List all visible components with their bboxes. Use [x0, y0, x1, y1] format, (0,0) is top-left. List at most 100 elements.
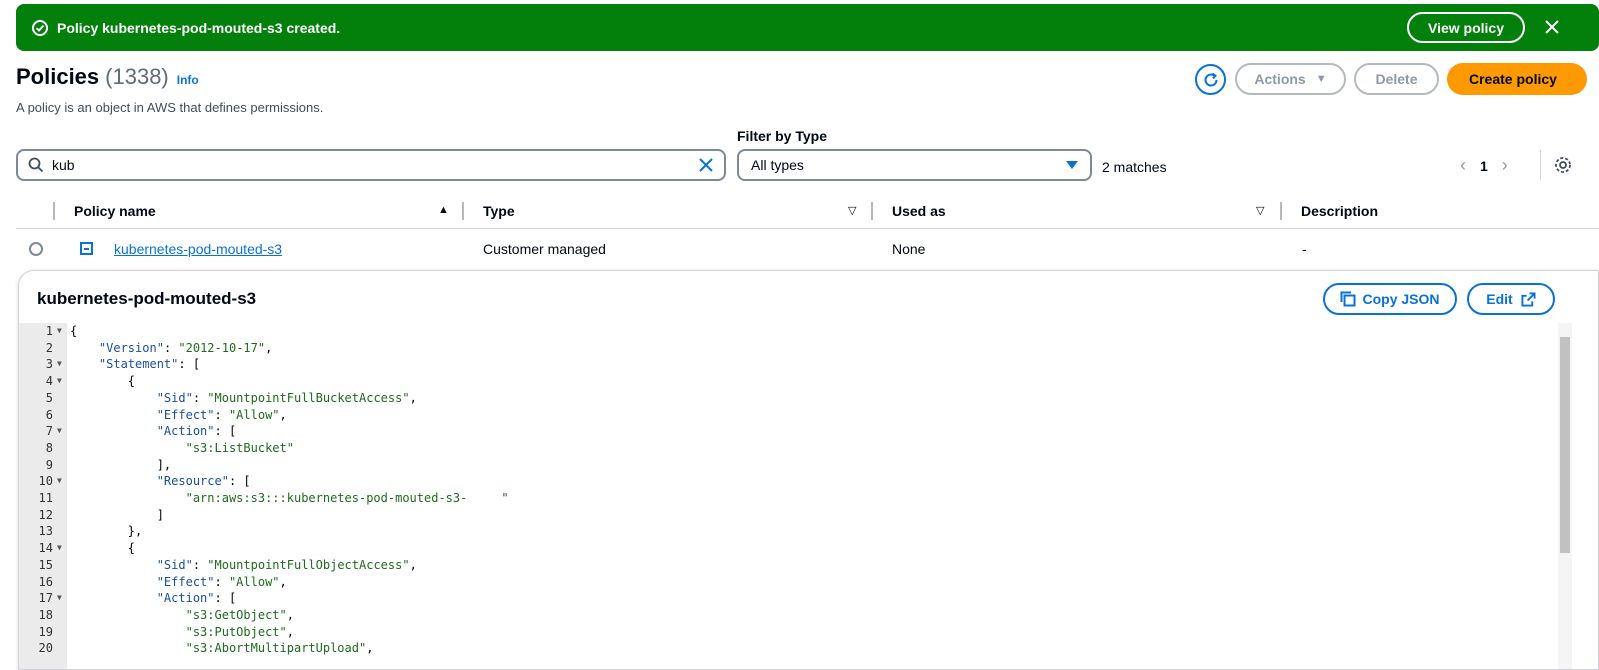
- column-type[interactable]: Type: [483, 203, 515, 219]
- code-text: "Effect": "Allow",: [156, 407, 287, 422]
- line-number: 18: [38, 607, 53, 622]
- column-divider[interactable]: [1280, 202, 1282, 220]
- clear-icon[interactable]: [698, 157, 714, 173]
- create-policy-button[interactable]: Create policy: [1447, 63, 1587, 95]
- line-number: 14: [38, 541, 53, 556]
- line-number: 17: [38, 591, 53, 606]
- column-used-as[interactable]: Used as: [892, 203, 946, 219]
- fold-icon[interactable]: ▼: [57, 476, 62, 485]
- pagination: ‹ 1 ›: [1460, 155, 1508, 176]
- code-line: 1 ▼ {: [19, 324, 1559, 341]
- previous-page-icon[interactable]: ‹: [1460, 155, 1466, 176]
- refresh-icon: [1204, 72, 1218, 86]
- search-input[interactable]: kub: [16, 149, 726, 181]
- policy-count: (1338): [105, 64, 169, 89]
- line-number: 1: [45, 324, 53, 338]
- flash-message: Policy kubernetes-pod-mouted-s3 created.: [57, 19, 341, 36]
- code-text: "s3:PutObject",: [185, 624, 294, 639]
- type-filter-select[interactable]: All types: [737, 149, 1092, 181]
- view-policy-button[interactable]: View policy: [1407, 12, 1525, 43]
- line-number: 15: [38, 557, 53, 572]
- copy-json-button[interactable]: Copy JSON: [1323, 283, 1457, 315]
- code-text: "Effect": "Allow",: [156, 574, 287, 589]
- json-editor[interactable]: 1 ▼{2 "Version": "2012-10-17", 3 ▼ "Stateme…: [19, 323, 1598, 669]
- table-header: Policy name ▲ Type ▽ Used as ▽ Descripti…: [16, 195, 1599, 229]
- code-text: {: [70, 541, 136, 556]
- fold-icon[interactable]: ▼: [57, 543, 62, 552]
- code-line: 14 ▼ {: [19, 541, 1559, 558]
- code-text: ],: [70, 457, 172, 472]
- code-line: 17 ▼ "Action": [: [19, 591, 1559, 608]
- delete-button[interactable]: Delete: [1354, 63, 1439, 95]
- copy-json-label: Copy JSON: [1362, 291, 1440, 307]
- success-check-icon: [31, 19, 49, 37]
- code-line: 19 "s3:PutObject",: [19, 625, 1559, 642]
- line-number: 13: [38, 524, 53, 539]
- collapse-icon[interactable]: [80, 242, 93, 255]
- line-number: 8: [45, 440, 53, 455]
- column-description[interactable]: Description: [1301, 203, 1378, 219]
- code-text: ]: [70, 507, 164, 522]
- code-text: "arn:aws:s3:::kubernetes-pod-mouted-s3- ": [185, 491, 509, 506]
- line-number: 19: [38, 624, 53, 639]
- code-text: "s3:ListBucket": [185, 440, 294, 455]
- close-icon[interactable]: [1541, 16, 1563, 38]
- fold-icon[interactable]: ▼: [57, 593, 62, 602]
- info-link[interactable]: Info: [177, 73, 199, 87]
- code-line: 8 "s3:ListBucket": [19, 441, 1559, 458]
- code-text: "Version": "2012-10-17",: [98, 340, 273, 355]
- sort-ascending-icon[interactable]: ▲: [438, 204, 449, 216]
- policy-type: Customer managed: [483, 241, 606, 257]
- policy-detail-panel: kubernetes-pod-mouted-s3 Copy JSON Edit …: [18, 270, 1599, 670]
- sort-icon[interactable]: ▽: [1256, 204, 1264, 217]
- fold-icon[interactable]: ▼: [57, 426, 62, 435]
- code-text: "Action": [: [156, 591, 237, 606]
- code-text: "Sid": "MountpointFullBucketAccess",: [156, 390, 417, 405]
- actions-label: Actions: [1254, 71, 1306, 87]
- fold-icon[interactable]: ▼: [57, 376, 62, 385]
- refresh-button[interactable]: [1195, 64, 1226, 95]
- line-number: 9: [45, 457, 53, 472]
- detail-title: kubernetes-pod-mouted-s3: [37, 289, 257, 308]
- code-text: "Statement": [: [98, 357, 201, 372]
- current-page[interactable]: 1: [1480, 158, 1488, 174]
- line-number: 5: [45, 390, 53, 405]
- code-text: "Action": [: [156, 424, 237, 439]
- search-icon: [28, 157, 44, 173]
- fold-icon[interactable]: ▼: [57, 359, 62, 368]
- next-page-icon[interactable]: ›: [1502, 155, 1508, 176]
- sort-icon[interactable]: ▽: [848, 204, 856, 217]
- actions-dropdown[interactable]: Actions ▼: [1235, 63, 1346, 95]
- edit-button[interactable]: Edit: [1467, 283, 1555, 315]
- code-line: 5 "Sid": "MountpointFullBucketAccess",: [19, 391, 1559, 408]
- gear-icon[interactable]: [1554, 156, 1572, 174]
- code-line: 11 "arn:aws:s3:::kubernetes-pod-mouted-s…: [19, 491, 1559, 508]
- column-divider[interactable]: [462, 202, 464, 220]
- code-line: 18 "s3:GetObject",: [19, 608, 1559, 625]
- column-policy-name[interactable]: Policy name: [74, 203, 156, 219]
- code-line: 12 ]: [19, 508, 1559, 525]
- policy-used-as: None: [892, 241, 926, 257]
- table-row[interactable]: kubernetes-pod-mouted-s3 Customer manage…: [16, 230, 1599, 268]
- code-line: 3 ▼ "Statement": [: [19, 357, 1559, 374]
- dropdown-arrow-icon: [1066, 161, 1078, 169]
- search-value: kub: [52, 157, 75, 173]
- line-number: 4: [45, 374, 53, 389]
- code-line: 20 "s3:AbortMultipartUpload",: [19, 641, 1559, 658]
- filter-type-label: Filter by Type: [737, 128, 827, 144]
- code-text: },: [70, 524, 143, 539]
- column-divider: [53, 202, 55, 220]
- line-number: 12: [38, 507, 53, 522]
- code-text: "Resource": [: [156, 474, 251, 489]
- scrollbar-thumb[interactable]: [1560, 337, 1570, 553]
- code-line: 15 "Sid": "MountpointFullObjectAccess",: [19, 558, 1559, 575]
- policy-description: -: [1302, 241, 1307, 257]
- code-text: "s3:AbortMultipartUpload",: [185, 641, 374, 656]
- row-radio[interactable]: [29, 242, 43, 256]
- pager-divider: [1540, 150, 1541, 180]
- policy-name-link[interactable]: kubernetes-pod-mouted-s3: [114, 241, 282, 257]
- type-filter-value: All types: [751, 157, 804, 173]
- line-number: 11: [38, 491, 53, 505]
- fold-icon[interactable]: ▼: [57, 326, 62, 335]
- column-divider[interactable]: [871, 202, 873, 220]
